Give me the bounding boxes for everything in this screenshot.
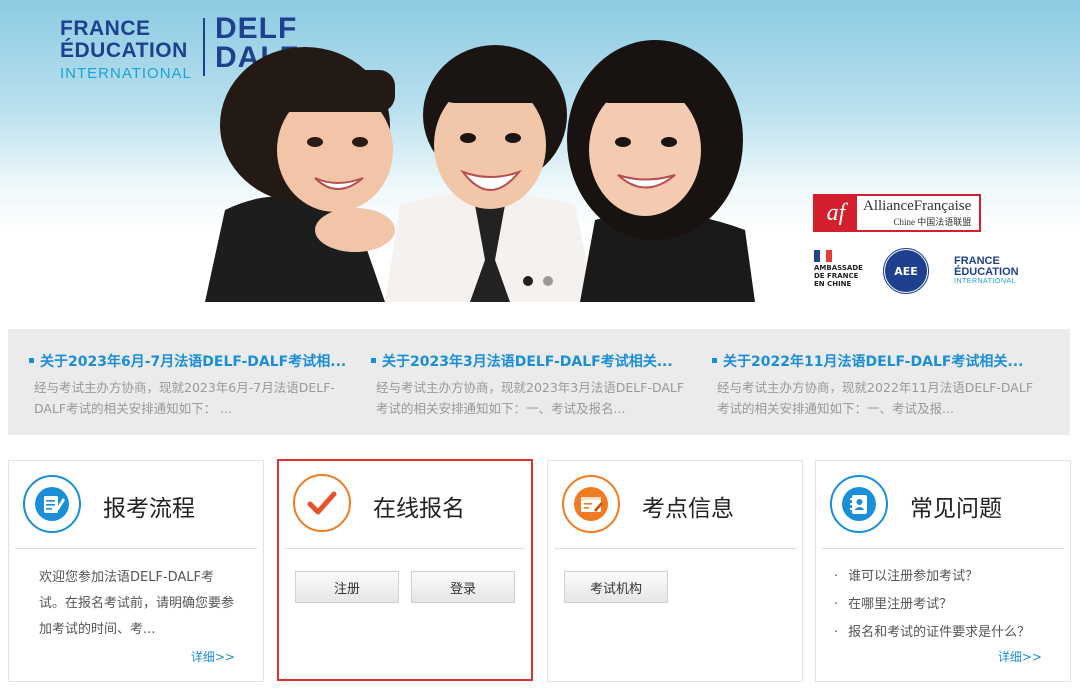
divider bbox=[285, 548, 525, 549]
carousel-dots bbox=[523, 276, 553, 286]
document-pen-icon bbox=[23, 475, 81, 533]
more-link[interactable]: 详细>> bbox=[191, 648, 235, 665]
card-test-center-info: 考点信息 考试机构 bbox=[547, 460, 803, 682]
card-title[interactable]: 常见问题 bbox=[910, 489, 1002, 523]
news-title[interactable]: 关于2023年3月法语DELF-DALF考试相关... bbox=[371, 351, 673, 371]
hero-photo bbox=[185, 30, 760, 302]
register-button[interactable]: 注册 bbox=[295, 571, 399, 603]
france-education-small-logo[interactable]: FRANCE ÉDUCATION INTERNATIONAL bbox=[954, 256, 1019, 286]
news-strip: 关于2023年6月-7月法语DELF-DALF考试相... 经与考试主办方协商，… bbox=[8, 329, 1070, 435]
fei-small-line-2: ÉDUCATION bbox=[954, 266, 1019, 278]
france-education-logo[interactable]: FRANCE ÉDUCATION INTERNATIONAL bbox=[60, 17, 192, 83]
faq-item[interactable]: 谁可以注册参加考试？ bbox=[834, 563, 1030, 591]
logo-line-3: INTERNATIONAL bbox=[60, 65, 192, 82]
card-title[interactable]: 考点信息 bbox=[642, 489, 734, 523]
hero-banner: FRANCE ÉDUCATION INTERNATIONAL DELF DALF bbox=[0, 0, 1080, 310]
embassy-logo[interactable]: AMBASSADE DE FRANCE EN CHINE bbox=[814, 250, 863, 288]
aee-label: AEE bbox=[894, 264, 918, 278]
exam-institutions-button[interactable]: 考试机构 bbox=[564, 571, 668, 603]
card-faq: 常见问题 谁可以注册参加考试？ 在哪里注册考试？ 报名和考试的证件要求是什么？ … bbox=[815, 460, 1071, 682]
af-mark: af bbox=[815, 196, 857, 230]
news-title[interactable]: 关于2023年6月-7月法语DELF-DALF考试相... bbox=[28, 351, 346, 371]
login-button[interactable]: 登录 bbox=[411, 571, 515, 603]
embassy-line-2: DE FRANCE bbox=[814, 272, 859, 280]
french-flag-icon bbox=[814, 250, 832, 262]
card-title[interactable]: 在线报名 bbox=[373, 489, 465, 523]
card-exam-process: 报考流程 欢迎您参加法语DELF-DALF考试。在报名考试前，请明确您要参加考试… bbox=[8, 460, 264, 682]
browser-form-icon bbox=[562, 475, 620, 533]
news-summary: 经与考试主办方协商，现就2023年6月-7月法语DELF-DALF考试的相关安排… bbox=[34, 380, 335, 416]
faq-item[interactable]: 报名和考试的证件要求是什么？ bbox=[834, 619, 1030, 647]
alliance-francaise-logo[interactable]: af AllianceFrançaise Chine 中国法语联盟 bbox=[813, 194, 981, 232]
divider bbox=[554, 548, 796, 549]
more-link[interactable]: 详细>> bbox=[998, 648, 1042, 665]
logo-line-1: FRANCE bbox=[60, 17, 151, 40]
divider bbox=[15, 548, 257, 549]
carousel-dot-1[interactable] bbox=[523, 276, 533, 286]
news-title[interactable]: 关于2022年11月法语DELF-DALF考试相关... bbox=[711, 351, 1023, 371]
contact-book-icon bbox=[830, 475, 888, 533]
news-summary: 经与考试主办方协商，现就2022年11月法语DELF-DALF考试的相关安排通知… bbox=[717, 380, 1034, 416]
logo-line-2: ÉDUCATION bbox=[60, 39, 188, 62]
af-name: AllianceFrançaise bbox=[863, 198, 972, 214]
divider bbox=[822, 548, 1064, 549]
faq-item[interactable]: 在哪里注册考试？ bbox=[834, 591, 1030, 619]
embassy-line-3: EN CHINE bbox=[814, 280, 852, 288]
aee-logo[interactable]: AEE bbox=[882, 247, 930, 295]
carousel-dot-2[interactable] bbox=[543, 276, 553, 286]
card-title[interactable]: 报考流程 bbox=[103, 489, 195, 523]
embassy-line-1: AMBASSADE bbox=[814, 264, 863, 272]
checkmark-icon bbox=[293, 474, 351, 532]
faq-list: 谁可以注册参加考试？ 在哪里注册考试？ 报名和考试的证件要求是什么？ bbox=[834, 563, 1030, 647]
card-summary: 欢迎您参加法语DELF-DALF考试。在报名考试前，请明确您要参加考试的时间、考… bbox=[39, 570, 235, 637]
news-summary: 经与考试主办方协商，现就2023年3月法语DELF-DALF考试的相关安排通知如… bbox=[376, 380, 685, 416]
card-online-registration: 在线报名 注册 登录 bbox=[277, 459, 533, 681]
fei-small-line-3: INTERNATIONAL bbox=[954, 278, 1016, 285]
af-sub: Chine 中国法语联盟 bbox=[893, 217, 972, 227]
